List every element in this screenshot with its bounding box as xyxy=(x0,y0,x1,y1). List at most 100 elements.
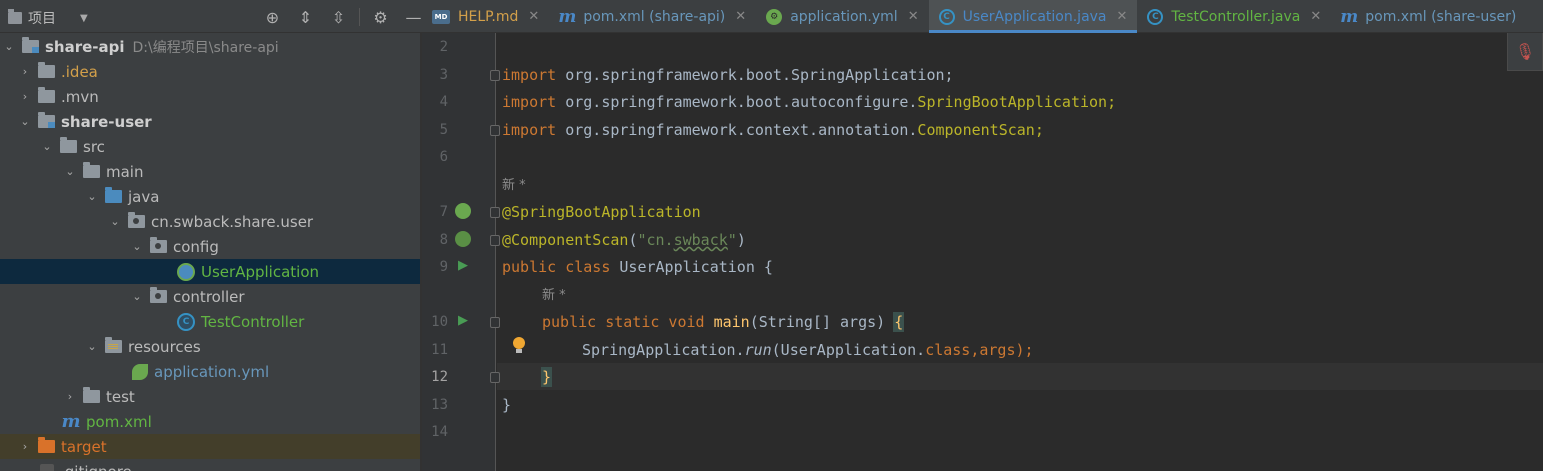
inlay-hint-author[interactable]: 新 * xyxy=(502,172,526,199)
tree-node-package[interactable]: ⌄ cn.swback.share.user xyxy=(0,209,420,234)
project-icon xyxy=(8,9,22,24)
code-line-10: public static void main(String[] args) { xyxy=(542,312,905,332)
tab-pom-share-user[interactable]: m pom.xml (share-user) xyxy=(1331,0,1526,33)
tree-node-user-application[interactable]: UserApplication xyxy=(0,259,420,284)
tree-label: .gitignore xyxy=(60,463,132,471)
fold-marker-icon[interactable] xyxy=(490,70,500,81)
tree-node-target[interactable]: › target xyxy=(0,434,420,459)
tree-label: resources xyxy=(128,337,201,356)
spring-config-icon: ⚙ xyxy=(766,8,783,25)
lightbulb-icon[interactable] xyxy=(512,337,526,355)
close-icon[interactable]: ✕ xyxy=(1310,9,1321,24)
tree-node-application-yml[interactable]: application.yml xyxy=(0,359,420,384)
tree-node-java[interactable]: ⌄ java xyxy=(0,184,420,209)
chevron-down-icon[interactable]: ⌄ xyxy=(63,165,77,178)
spring-scan-icon[interactable] xyxy=(455,231,471,247)
chevron-down-icon[interactable]: ⌄ xyxy=(2,40,16,53)
run-icon[interactable]: ▶ xyxy=(458,313,468,328)
resources-folder-icon xyxy=(105,337,122,353)
code-editor[interactable]: 2 3 4 5 6 7 8 9 10 11 12 13 14 ▶ ▶ impor… xyxy=(422,33,1543,471)
close-icon[interactable]: ✕ xyxy=(908,9,919,24)
tree-node-resources[interactable]: ⌄ resources xyxy=(0,334,420,359)
tab-user-application[interactable]: C UserApplication.java ✕ xyxy=(928,0,1138,33)
chevron-down-icon[interactable]: ⌄ xyxy=(85,340,99,353)
collapse-all-icon[interactable]: ⇳ xyxy=(322,6,355,28)
tree-node-test-controller[interactable]: C TestController xyxy=(0,309,420,334)
package-icon xyxy=(150,237,167,253)
line-number: 5 xyxy=(439,122,448,138)
package-icon xyxy=(150,287,167,303)
code-line-3: import org.springframework.boot.SpringAp… xyxy=(502,66,954,84)
excluded-folder-icon xyxy=(38,437,55,453)
microphone-muted-icon[interactable]: 🎙 xyxy=(1507,33,1543,71)
tab-help-md[interactable]: MD HELP.md ✕ xyxy=(422,0,549,33)
fold-marker-icon[interactable] xyxy=(490,207,500,218)
tree-node-pom-xml[interactable]: m pom.xml xyxy=(0,409,420,434)
gear-icon[interactable]: ⚙ xyxy=(364,6,397,28)
chevron-right-icon[interactable]: › xyxy=(18,65,32,78)
tree-label: .idea xyxy=(61,62,98,81)
package-icon xyxy=(128,212,145,228)
chevron-down-icon[interactable]: ⌄ xyxy=(130,290,144,303)
chevron-down-icon[interactable]: ▼ xyxy=(80,13,88,24)
close-icon[interactable]: ✕ xyxy=(735,9,746,24)
tree-label: controller xyxy=(173,287,245,306)
tree-label: application.yml xyxy=(154,362,270,381)
folder-icon xyxy=(83,162,100,178)
tab-pom-share-api[interactable]: m pom.xml (share-api) ✕ xyxy=(549,0,756,33)
tree-node-share-api[interactable]: ⌄ share-api D:\编程项目\share-api xyxy=(0,34,420,59)
close-icon[interactable]: ✕ xyxy=(1117,9,1128,24)
folder-icon xyxy=(38,62,55,78)
inlay-hint-author[interactable]: 新 * xyxy=(542,282,566,309)
locate-icon[interactable]: ⊕ xyxy=(256,6,289,28)
tree-node-share-user[interactable]: ⌄ share-user xyxy=(0,109,420,134)
run-icon[interactable]: ▶ xyxy=(458,258,468,273)
tree-label: main xyxy=(106,162,144,181)
chevron-down-icon[interactable]: ⌄ xyxy=(108,215,122,228)
module-folder-icon xyxy=(22,37,39,53)
tree-node-idea[interactable]: › .idea xyxy=(0,59,420,84)
tab-label: pom.xml (share-api) xyxy=(583,8,726,25)
tree-node-test[interactable]: › test xyxy=(0,384,420,409)
fold-marker-icon[interactable] xyxy=(490,235,500,246)
chevron-down-icon[interactable]: ⌄ xyxy=(18,115,32,128)
project-view-selector[interactable]: 项目 ▼ xyxy=(8,8,88,28)
tree-label: .mvn xyxy=(61,87,99,106)
tab-label: application.yml xyxy=(790,8,898,25)
tab-label: UserApplication.java xyxy=(962,8,1107,25)
chevron-right-icon[interactable]: › xyxy=(63,390,77,403)
tab-label: HELP.md xyxy=(458,8,519,25)
tree-label: config xyxy=(173,237,219,256)
chevron-down-icon[interactable]: ⌄ xyxy=(40,140,54,153)
tree-label: test xyxy=(106,387,135,406)
chevron-down-icon[interactable]: ⌄ xyxy=(130,240,144,253)
tab-test-controller[interactable]: C TestController.java ✕ xyxy=(1137,0,1331,33)
line-number: 12 xyxy=(431,369,448,385)
fold-marker-icon[interactable] xyxy=(490,317,500,328)
chevron-right-icon[interactable]: › xyxy=(18,90,32,103)
tree-node-mvn[interactable]: › .mvn xyxy=(0,84,420,109)
code-line-7: @SpringBootApplication xyxy=(502,203,701,221)
tree-node-main[interactable]: ⌄ main xyxy=(0,159,420,184)
fold-marker-icon[interactable] xyxy=(490,125,500,136)
spring-config-icon xyxy=(132,363,148,380)
chevron-down-icon[interactable]: ⌄ xyxy=(85,190,99,203)
tab-application-yml[interactable]: ⚙ application.yml ✕ xyxy=(756,0,928,33)
tree-node-gitignore[interactable]: .gitignore xyxy=(0,459,420,471)
tree-node-config[interactable]: ⌄ config xyxy=(0,234,420,259)
expand-all-icon[interactable]: ⇕ xyxy=(289,6,322,28)
tree-node-src[interactable]: ⌄ src xyxy=(0,134,420,159)
code-line-8: @ComponentScan("cn.swback") xyxy=(502,231,746,249)
fold-marker-icon[interactable] xyxy=(490,372,500,383)
chevron-right-icon[interactable]: › xyxy=(18,440,32,453)
tree-label: target xyxy=(61,437,107,456)
line-number: 8 xyxy=(439,232,448,248)
line-number: 4 xyxy=(439,94,448,110)
spring-bean-icon[interactable] xyxy=(455,203,471,219)
tree-node-controller[interactable]: ⌄ controller xyxy=(0,284,420,309)
tree-label: share-user xyxy=(61,112,152,131)
tree-path: D:\编程项目\share-api xyxy=(132,39,279,56)
folder-icon xyxy=(38,87,55,103)
close-icon[interactable]: ✕ xyxy=(528,9,539,24)
source-folder-icon xyxy=(105,187,122,203)
